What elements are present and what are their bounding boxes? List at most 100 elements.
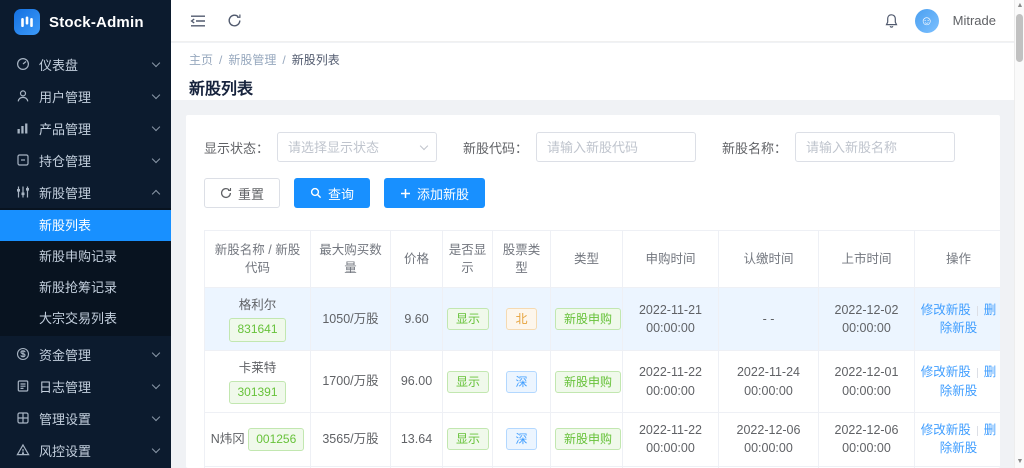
sidebar-item-products[interactable]: 产品管理 (0, 112, 171, 144)
filter-row: 显示状态： 新股代码： 新股名称： (204, 132, 982, 162)
position-icon (15, 153, 30, 168)
vertical-scrollbar[interactable]: ▲ ▼ (1014, 0, 1024, 468)
col-header-max-qty: 最大购买数量 (311, 231, 391, 288)
filter-label: 新股名称： (722, 138, 787, 157)
sidebar-item-dashboard[interactable]: 仪表盘 (0, 48, 171, 80)
pay-date: 2022-11-24 (737, 365, 800, 379)
max-qty: 3565/万股 (311, 413, 391, 466)
edit-newstock-link[interactable]: 修改新股 (921, 365, 971, 379)
table-row: N炜冈 001256 3565/万股 13.64 显示 深 新股申购 2022-… (205, 413, 1001, 466)
add-newstock-button[interactable]: 添加新股 (384, 178, 485, 208)
gauge-icon (15, 57, 30, 72)
stock-name-input[interactable] (795, 132, 955, 162)
sidebar-item-label: 仪表盘 (39, 55, 153, 74)
submenu-item-grab-records[interactable]: 新股抢筹记录 (0, 272, 171, 303)
filter-stock-code: 新股代码： (463, 132, 696, 162)
action-divider (977, 368, 978, 378)
button-row: 重置 查询 添加新股 (204, 178, 982, 208)
list-date: 2022-12-06 (835, 423, 899, 437)
sidebar-item-users[interactable]: 用户管理 (0, 80, 171, 112)
type-badge: 新股申购 (555, 308, 621, 330)
query-button[interactable]: 查询 (294, 178, 370, 208)
subscribe-date: 2022-11-22 (639, 423, 702, 437)
max-qty: 1050/万股 (311, 288, 391, 351)
price: 96.00 (391, 350, 443, 413)
breadcrumb-current: 新股列表 (292, 51, 340, 68)
col-header-price: 价格 (391, 231, 443, 288)
subscribe-clock: 00:00:00 (646, 441, 695, 455)
display-status-select[interactable] (277, 132, 437, 162)
price: 13.64 (391, 413, 443, 466)
col-header-actions: 操作 (915, 231, 1001, 288)
breadcrumb: 主页 / 新股管理 / 新股列表 (189, 51, 996, 68)
breadcrumb-block: 主页 / 新股管理 / 新股列表 新股列表 (171, 43, 1014, 100)
settings-icon (15, 411, 30, 426)
refresh-icon[interactable] (225, 12, 243, 30)
submenu-item-block-trade-list[interactable]: 大宗交易列表 (0, 303, 171, 334)
filter-stock-name: 新股名称： (722, 132, 955, 162)
sidebar-item-label: 管理设置 (39, 409, 153, 428)
col-header-stock-type: 股票类型 (493, 231, 551, 288)
col-header-list-time: 上市时间 (819, 231, 915, 288)
breadcrumb-separator: / (282, 53, 285, 67)
scroll-up-arrow[interactable]: ▲ (1015, 0, 1024, 12)
stock-code-badge: 301391 (229, 381, 285, 404)
sliders-icon (15, 185, 30, 200)
stock-code-input[interactable] (536, 132, 696, 162)
user-avatar[interactable]: ☺ (915, 9, 939, 33)
display-badge: 显示 (447, 428, 489, 450)
user-name[interactable]: Mitrade (953, 13, 996, 28)
collapse-sidebar-icon[interactable] (189, 12, 207, 30)
sidebar-item-risk-settings[interactable]: 风控设置 (0, 434, 171, 466)
table-header-row: 新股名称 / 新股代码 最大购买数量 价格 是否显示 股票类型 类型 申购时间 … (205, 231, 1001, 288)
chart-icon (15, 121, 30, 136)
user-icon (15, 89, 30, 104)
col-header-type: 类型 (551, 231, 623, 288)
content-card: 显示状态： 新股代码： 新股名称： 重置 查询 (186, 115, 1000, 468)
risk-icon (15, 443, 30, 458)
chevron-down-icon (152, 380, 160, 388)
submenu-item-newstock-list[interactable]: 新股列表 (0, 210, 171, 241)
breadcrumb-home[interactable]: 主页 (189, 51, 213, 68)
pay-clock: 00:00:00 (744, 384, 793, 398)
filter-label: 显示状态： (204, 138, 269, 157)
sidebar-item-newstock[interactable]: 新股管理 (0, 176, 171, 208)
sidebar-item-admin-settings[interactable]: 管理设置 (0, 402, 171, 434)
scroll-down-arrow[interactable]: ▼ (1015, 456, 1024, 468)
sidebar-item-label: 资金管理 (39, 345, 153, 364)
col-header-name-code: 新股名称 / 新股代码 (205, 231, 311, 288)
money-icon (15, 347, 30, 362)
stock-name: 格利尔 (239, 298, 277, 312)
app-logo-icon (14, 9, 40, 35)
edit-newstock-link[interactable]: 修改新股 (921, 423, 971, 437)
sidebar-item-funds[interactable]: 资金管理 (0, 338, 171, 370)
chevron-down-icon (152, 90, 160, 98)
edit-newstock-link[interactable]: 修改新股 (921, 303, 971, 317)
col-header-pay-time: 认缴时间 (719, 231, 819, 288)
main-content: 显示状态： 新股代码： 新股名称： 重置 查询 (171, 100, 1014, 468)
sidebar: Stock-Admin 仪表盘 用户管理 产品管理 持仓管理 新股管理 新股列表… (0, 0, 171, 468)
subscribe-clock: 00:00:00 (646, 321, 695, 335)
table-row: 卡莱特 301391 1700/万股 96.00 显示 深 新股申购 2022-… (205, 350, 1001, 413)
sidebar-item-positions[interactable]: 持仓管理 (0, 144, 171, 176)
action-divider (977, 306, 978, 316)
max-qty: 1700/万股 (311, 350, 391, 413)
subscribe-date: 2022-11-22 (639, 365, 702, 379)
stock-name: 卡莱特 (239, 361, 277, 375)
search-icon (310, 187, 322, 199)
sidebar-item-label: 产品管理 (39, 119, 153, 138)
stock-name: N炜冈 (211, 432, 245, 446)
chevron-down-icon (152, 348, 160, 356)
breadcrumb-newstock-mgmt[interactable]: 新股管理 (228, 51, 276, 68)
newstock-table: 新股名称 / 新股代码 最大购买数量 价格 是否显示 股票类型 类型 申购时间 … (204, 230, 1000, 468)
submenu-item-subscription-records[interactable]: 新股申购记录 (0, 241, 171, 272)
list-clock: 00:00:00 (842, 384, 891, 398)
reset-button[interactable]: 重置 (204, 178, 280, 208)
logo: Stock-Admin (0, 0, 171, 44)
notification-bell-icon[interactable] (883, 12, 901, 30)
market-badge: 深 (506, 428, 536, 450)
sidebar-item-logs[interactable]: 日志管理 (0, 370, 171, 402)
sidebar-item-label: 用户管理 (39, 87, 153, 106)
scrollbar-thumb[interactable] (1016, 14, 1023, 62)
sidebar-item-label: 新股管理 (39, 183, 153, 202)
